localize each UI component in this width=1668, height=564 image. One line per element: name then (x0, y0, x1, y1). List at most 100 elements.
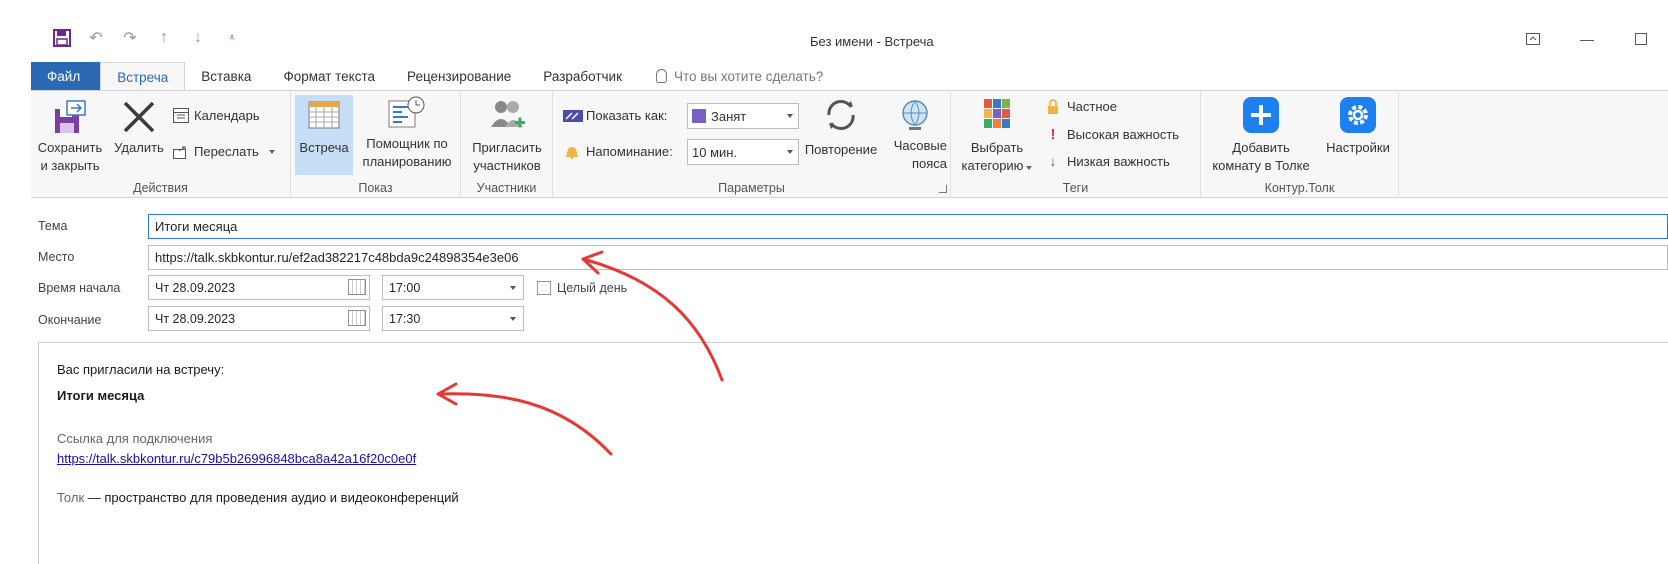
subject-input[interactable]: Итоги месяца (148, 214, 1668, 239)
reminder-label-row: Напоминание: (565, 144, 673, 159)
body-meeting-link[interactable]: https://talk.skbkontur.ru/c79b5b26996848… (57, 451, 416, 466)
quick-access-toolbar: ↶ ↷ ↑ ↓ ⩡ (52, 26, 242, 50)
body-link-label: Ссылка для подключения (57, 431, 213, 446)
recurrence-button[interactable]: Повторение (801, 97, 881, 159)
group-attendees: Пригласить участников Участники (461, 91, 553, 197)
calendar-button[interactable]: Календарь (173, 108, 260, 123)
start-time-select[interactable]: 17:00 (382, 275, 524, 300)
delete-button[interactable]: Удалить (111, 99, 167, 157)
undo-icon[interactable]: ↶ (86, 26, 106, 50)
location-input[interactable]: https://talk.skbkontur.ru/ef2ad382217c48… (148, 245, 1668, 270)
body-tolk-desc: — пространство для проведения аудио и ви… (84, 490, 459, 505)
delete-x-icon (123, 101, 155, 133)
show-as-icon (563, 109, 583, 122)
plus-icon (1243, 97, 1279, 133)
maximize-icon[interactable] (1614, 24, 1668, 54)
show-as-select[interactable]: Занят (687, 103, 799, 129)
date-picker-icon[interactable] (348, 279, 366, 295)
end-date-input[interactable]: Чт 28.09.2023 (148, 306, 370, 331)
lightbulb-icon (656, 69, 668, 83)
tab-review[interactable]: Рецензирование (391, 62, 527, 90)
meeting-view-label: Встреча (299, 140, 349, 155)
tab-developer[interactable]: Разработчик (527, 62, 638, 90)
categorize-button[interactable]: Выбрать категорию (955, 97, 1039, 175)
chevron-down-icon (268, 149, 275, 154)
start-time-label: Время начала (38, 281, 121, 295)
bell-icon (566, 147, 578, 159)
low-importance-button[interactable]: ↓ Низкая важность (1047, 153, 1170, 169)
gear-icon (1340, 97, 1376, 133)
minimize-icon[interactable]: — (1560, 24, 1614, 54)
save-icon[interactable] (52, 26, 72, 50)
settings-button[interactable]: Настройки (1321, 97, 1395, 157)
scheduling-assistant-button[interactable]: Помощник по планированию (357, 95, 457, 171)
redo-icon[interactable]: ↷ (120, 26, 140, 50)
arrow-up-icon[interactable]: ↑ (154, 26, 174, 50)
group-kontur: Добавить комнату в Толке Настройки Конту… (1201, 91, 1399, 197)
delete-label: Удалить (114, 140, 164, 155)
tab-insert[interactable]: Вставка (185, 62, 267, 90)
tab-format-text[interactable]: Формат текста (267, 62, 391, 90)
low-importance-label: Низкая важность (1067, 153, 1170, 169)
save-close-button[interactable]: Сохранить и закрыть (35, 99, 105, 175)
customize-qat-icon[interactable]: ⩡ (222, 26, 242, 50)
add-room-label-2: комнату в Толке (1212, 158, 1310, 173)
end-time-select[interactable]: 17:30 (382, 306, 524, 331)
high-importance-label: Высокая важность (1067, 127, 1180, 142)
reminder-label: Напоминание: (586, 144, 673, 159)
meeting-view-button[interactable]: Встреча (295, 95, 353, 175)
save-close-icon (55, 100, 86, 133)
date-picker-icon[interactable] (348, 310, 366, 326)
group-kontur-label: Контур.Толк (1264, 181, 1335, 195)
recurrence-icon (827, 100, 855, 130)
chevron-down-icon (787, 150, 793, 154)
ribbon-tabs: Файл Встреча Вставка Формат текста Рецен… (31, 62, 839, 91)
categorize-label-1: Выбрать (970, 140, 1024, 155)
start-date-input[interactable]: Чт 28.09.2023 (148, 275, 370, 300)
people-icon (491, 101, 525, 128)
tab-file[interactable]: Файл (31, 62, 101, 90)
tab-meeting[interactable]: Встреча (100, 62, 186, 91)
settings-label: Настройки (1326, 140, 1390, 155)
scheduling-icon (388, 96, 425, 128)
private-label: Частное (1067, 99, 1117, 114)
tell-me-search[interactable]: Что вы хотите сделать? (638, 62, 839, 90)
body-tolk-name: Толк (57, 490, 85, 505)
group-show-label: Показ (358, 181, 393, 195)
forward-button[interactable]: Переслать (173, 144, 275, 159)
subject-label: Тема (38, 219, 68, 233)
group-options: Показать как: Занят Напоминание: 10 мин.… (553, 91, 951, 197)
group-attendees-label: Участники (476, 181, 537, 195)
reminder-select[interactable]: 10 мин. (687, 139, 799, 165)
busy-swatch-icon (692, 109, 706, 123)
lock-icon (1048, 99, 1058, 114)
timezones-label-1: Часовые (893, 138, 947, 153)
show-as-value: Занят (711, 108, 747, 124)
show-as-label-row: Показать как: (563, 108, 667, 123)
group-show: Встреча Помощник по планированию Показ (291, 91, 461, 197)
add-room-button[interactable]: Добавить комнату в Толке (1205, 97, 1317, 175)
invite-attendees-button[interactable]: Пригласить участников (465, 97, 549, 175)
window-title: Без имени - Встреча (810, 34, 934, 49)
high-importance-button[interactable]: ! Высокая важность (1047, 126, 1180, 143)
arrow-down-blue-icon: ↓ (1049, 153, 1057, 169)
scheduling-label-1: Помощник по (366, 136, 448, 151)
group-actions: Сохранить и закрыть Удалить Календарь Пе… (31, 91, 291, 197)
dialog-launcher-icon[interactable] (939, 185, 947, 193)
chevron-down-icon (510, 317, 516, 321)
location-label: Место (38, 250, 75, 264)
invite-label-2: участников (473, 158, 541, 173)
body-invited-text: Вас пригласили на встречу: (57, 362, 225, 377)
ribbon-display-icon[interactable] (1506, 24, 1560, 54)
calendar-icon (173, 108, 189, 123)
body-meeting-title: Итоги месяца (57, 388, 145, 403)
save-close-label-1: Сохранить (37, 140, 103, 155)
all-day-checkbox[interactable] (537, 281, 551, 295)
save-close-label-2: и закрыть (40, 158, 100, 173)
meeting-calendar-icon (308, 101, 340, 129)
show-as-label: Показать как: (586, 108, 668, 123)
arrow-down-icon[interactable]: ↓ (188, 26, 208, 50)
timezones-label-2: пояса (911, 156, 947, 171)
timezones-button[interactable]: Часовые пояса (883, 97, 947, 173)
private-button[interactable]: Частное (1047, 99, 1117, 114)
